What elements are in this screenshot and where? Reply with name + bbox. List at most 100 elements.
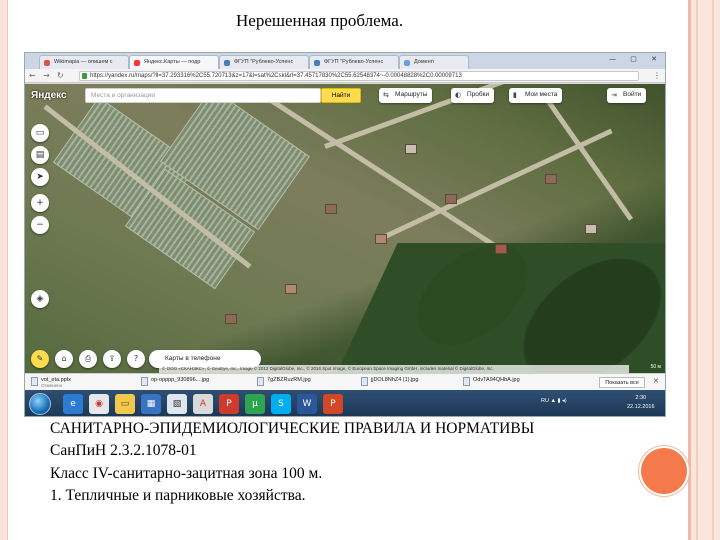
house xyxy=(405,144,417,154)
close-icon[interactable]: ✕ xyxy=(653,377,659,385)
right-stripe xyxy=(696,0,698,540)
pdf-reader-icon[interactable]: A xyxy=(193,394,213,414)
wikimapia-favicon-icon xyxy=(44,60,50,66)
tray-icons: ▲ ▮ ◂) xyxy=(550,398,567,404)
download-item[interactable]: jjDOL8NhZ4 (1).jpg xyxy=(361,377,418,389)
file-icon xyxy=(141,377,148,386)
house xyxy=(585,224,597,234)
forest-area xyxy=(337,243,665,373)
help-icon[interactable]: ? xyxy=(127,350,145,368)
right-stripe xyxy=(712,0,714,540)
login-icon: ⇥ xyxy=(611,91,617,99)
file-icon xyxy=(463,377,470,386)
clock-time: 2:30 xyxy=(635,395,647,401)
download-name: op-opppp_930896....jpg xyxy=(151,377,210,383)
file-icon xyxy=(257,377,264,386)
file-icon xyxy=(361,377,368,386)
lock-icon xyxy=(82,73,87,79)
download-item[interactable]: OdvTA94QHbA.jpg xyxy=(463,377,520,389)
zoom-out-icon[interactable]: − xyxy=(31,216,49,234)
my-places-label: Мои места xyxy=(525,91,558,98)
traffic-label: Пробки xyxy=(467,91,490,98)
powerpoint-window-icon[interactable]: P xyxy=(323,394,343,414)
site-favicon-icon xyxy=(314,60,320,66)
house xyxy=(545,174,557,184)
routes-button[interactable]: ⇆ Маршруты xyxy=(379,88,433,103)
traffic-button[interactable]: ◐ Пробки xyxy=(451,88,495,103)
tab-label: Доменn xyxy=(414,59,434,65)
tab-wikimapia[interactable]: Wikimapia — опишем с xyxy=(39,55,129,69)
panorama-icon[interactable]: ⌂ xyxy=(55,350,73,368)
house xyxy=(495,244,507,254)
download-item[interactable]: vot_eta.pptx Отменено xyxy=(31,377,71,389)
edit-map-icon[interactable]: ✎ xyxy=(31,350,49,368)
print-icon[interactable]: ⎙ xyxy=(79,350,97,368)
login-label: Войти xyxy=(623,91,642,98)
tab-fgup-2[interactable]: ФГУП "Рублево-Успенс xyxy=(309,55,399,69)
geolocation-icon[interactable]: ➤ xyxy=(31,168,49,186)
media-icon[interactable]: ▦ xyxy=(141,394,161,414)
house xyxy=(325,204,337,214)
taskbar-clock[interactable]: 2:30 22.12.2016 xyxy=(627,394,655,412)
start-button[interactable] xyxy=(29,393,51,415)
download-item[interactable]: 7gZBZRuzRM.jpg xyxy=(257,377,311,389)
show-all-downloads-button[interactable]: Показать все xyxy=(599,377,645,388)
sanpin-code: СанПиН 2.3.2.1078-01 xyxy=(50,442,197,459)
my-places-button[interactable]: ▮ Мои места xyxy=(509,88,563,103)
document-favicon-icon xyxy=(404,60,410,66)
browser-screenshot: Wikimapia — опишем с Яндекс.Карты — подр… xyxy=(24,52,666,417)
tab-label: Wikimapia — опишем с xyxy=(54,59,113,65)
utorrent-icon[interactable]: μ xyxy=(245,394,265,414)
tab-bar: Wikimapia — опишем с Яндекс.Карты — подр… xyxy=(25,53,665,69)
address-bar: ← → ↻ https://yandex.ru/maps/?ll=37.2933… xyxy=(25,69,665,83)
download-item[interactable]: op-opppp_930896....jpg xyxy=(141,377,209,389)
zoom-in-icon[interactable]: + xyxy=(31,194,49,212)
downloads-bar: vot_eta.pptx Отменено op-opppp_930896...… xyxy=(25,373,665,390)
traffic-light-icon: ◐ xyxy=(455,91,462,99)
tab-fgup-1[interactable]: ФГУП "Рублево-Успенс xyxy=(219,55,309,69)
app-icon[interactable]: ▧ xyxy=(167,394,187,414)
list-item: 1. Тепличные и парниковые хозяйства. xyxy=(50,487,306,504)
layers-icon[interactable]: ▭ xyxy=(31,124,49,142)
ruler-icon[interactable]: ▤ xyxy=(31,146,49,164)
share-icon[interactable]: ⇪ xyxy=(103,350,121,368)
input-language[interactable]: RU xyxy=(541,398,549,404)
search-button[interactable]: Найти xyxy=(321,88,361,103)
right-stripe xyxy=(688,0,691,540)
tab-documents[interactable]: Доменn xyxy=(399,55,469,69)
yandex-favicon-icon xyxy=(134,60,140,66)
login-button[interactable]: ⇥ Войти xyxy=(607,88,647,103)
map-copyright: © ООО «СКАНЭКС», © GeoEye, Inc., Image ©… xyxy=(159,365,629,373)
folder-icon[interactable]: ▭ xyxy=(115,394,135,414)
url-field[interactable]: https://yandex.ru/maps/?ll=37.293316%2C5… xyxy=(79,71,639,81)
left-border-decoration xyxy=(0,0,8,540)
tab-yandex-maps[interactable]: Яндекс.Карты — подр xyxy=(129,55,219,69)
slide-title: Нерешенная проблема. xyxy=(236,11,404,30)
window-controls[interactable]: — ▢ ✕ xyxy=(609,55,663,63)
map-search-input[interactable]: Места и организации xyxy=(85,88,321,103)
chrome-icon[interactable]: ◉ xyxy=(89,394,109,414)
right-border-decoration xyxy=(688,0,720,540)
word-icon[interactable]: W xyxy=(297,394,317,414)
map-scale: 50 м xyxy=(650,364,661,370)
back-arrow-icon[interactable]: ← xyxy=(29,71,36,80)
powerpoint-icon[interactable]: P xyxy=(219,394,239,414)
system-tray[interactable]: RU ▲ ▮ ◂) xyxy=(541,398,567,404)
tab-label: Яндекс.Карты — подр xyxy=(144,59,201,65)
forward-arrow-icon[interactable]: → xyxy=(43,71,50,80)
internet-explorer-icon[interactable]: e xyxy=(63,394,83,414)
satellite-map[interactable]: Яндекс Места и организации Найти ⇆ Маршр… xyxy=(25,84,665,373)
tab-label: ФГУП "Рублево-Успенс xyxy=(234,59,294,65)
file-icon xyxy=(31,377,38,386)
browser-menu-icon[interactable]: ⋮ xyxy=(653,71,661,80)
download-name: jjDOL8NhZ4 (1).jpg xyxy=(371,377,419,383)
protection-zone-class: Класс IV-санитарно-зацитная зона 100 м. xyxy=(50,465,323,482)
bookmark-icon: ▮ xyxy=(513,91,517,99)
house xyxy=(375,234,387,244)
tab-label: ФГУП "Рублево-Успенс xyxy=(324,59,384,65)
map-layers-icon[interactable]: ◈ xyxy=(31,290,49,308)
house xyxy=(225,314,237,324)
skype-icon[interactable]: S xyxy=(271,394,291,414)
phone-label: Карты в телефоне xyxy=(165,355,221,362)
reload-icon[interactable]: ↻ xyxy=(57,71,64,80)
